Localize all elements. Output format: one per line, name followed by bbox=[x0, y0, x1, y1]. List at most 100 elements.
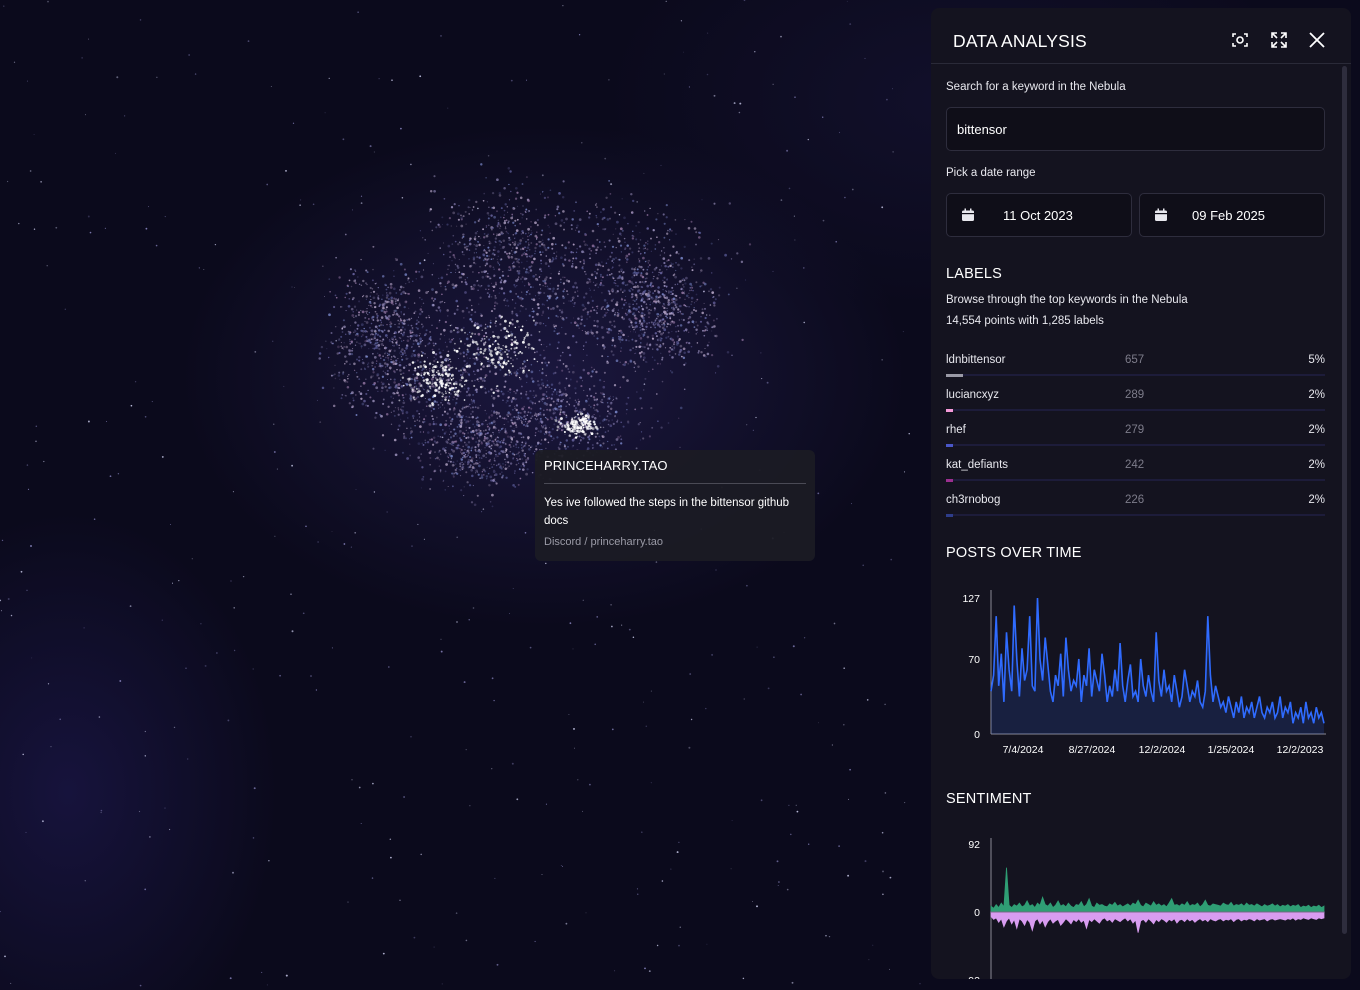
nebula-point bbox=[419, 262, 422, 265]
nebula-star bbox=[739, 102, 742, 105]
nebula-point bbox=[396, 313, 399, 316]
nebula-point bbox=[378, 347, 381, 351]
nebula-point bbox=[544, 424, 547, 427]
nebula-point bbox=[640, 294, 642, 297]
nebula-point bbox=[423, 389, 425, 391]
nebula-point bbox=[600, 306, 604, 309]
nebula-highlight-point bbox=[450, 361, 452, 363]
nebula-star bbox=[456, 621, 458, 623]
nebula-point bbox=[634, 339, 638, 343]
nebula-point bbox=[494, 240, 497, 243]
nebula-point bbox=[610, 206, 613, 209]
nebula-point bbox=[560, 281, 562, 283]
nebula-highlight-point bbox=[497, 361, 500, 364]
nebula-point bbox=[420, 343, 422, 345]
nebula-point bbox=[393, 392, 396, 395]
nebula-point bbox=[547, 265, 550, 268]
nebula-point bbox=[375, 282, 377, 284]
nebula-point bbox=[447, 485, 449, 488]
nebula-point bbox=[696, 324, 699, 327]
nebula-highlight-point bbox=[573, 426, 576, 429]
nebula-point bbox=[357, 342, 360, 344]
nebula-point bbox=[495, 455, 497, 458]
nebula-point bbox=[526, 260, 528, 262]
nebula-point bbox=[401, 340, 403, 342]
nebula-point bbox=[545, 447, 547, 450]
nebula-point bbox=[499, 227, 501, 230]
nebula-point bbox=[374, 310, 377, 313]
nebula-point bbox=[345, 394, 347, 397]
nebula-highlight-point bbox=[496, 335, 500, 339]
nebula-point bbox=[434, 457, 437, 460]
nebula-star bbox=[373, 491, 376, 493]
nebula-star bbox=[621, 624, 623, 626]
nebula-point bbox=[597, 307, 599, 309]
nebula-highlight-point bbox=[495, 347, 497, 349]
nebula-highlight-point bbox=[513, 347, 516, 350]
nebula-point bbox=[449, 430, 452, 433]
nebula-point bbox=[643, 252, 646, 254]
nebula-highlight-point bbox=[507, 334, 511, 338]
nebula-point bbox=[716, 364, 720, 368]
nebula-star bbox=[4, 955, 6, 958]
nebula-point bbox=[670, 307, 673, 309]
nebula-point bbox=[370, 298, 372, 301]
nebula-point bbox=[560, 429, 563, 432]
nebula-star bbox=[688, 746, 691, 749]
nebula-point bbox=[388, 386, 391, 390]
nebula-star bbox=[13, 61, 16, 63]
nebula-point bbox=[365, 295, 368, 298]
nebula-point bbox=[494, 283, 498, 286]
nebula-point bbox=[420, 453, 423, 455]
nebula-point bbox=[499, 287, 501, 289]
nebula-star bbox=[822, 116, 824, 118]
nebula-point bbox=[493, 442, 495, 445]
nebula-point bbox=[343, 342, 345, 344]
nebula-star bbox=[864, 860, 867, 863]
nebula-point bbox=[409, 443, 411, 445]
nebula-point bbox=[511, 310, 513, 312]
nebula-point bbox=[671, 286, 674, 289]
nebula-point bbox=[620, 234, 622, 236]
nebula-point bbox=[515, 408, 518, 412]
nebula-star bbox=[676, 851, 679, 854]
nebula-point bbox=[385, 292, 388, 294]
nebula-point bbox=[370, 291, 372, 294]
nebula-point bbox=[728, 202, 732, 205]
nebula-point bbox=[608, 304, 610, 306]
nebula-point bbox=[652, 278, 654, 280]
nebula-point bbox=[646, 284, 649, 288]
nebula-point bbox=[471, 209, 474, 211]
nebula-point bbox=[359, 392, 363, 395]
nebula-point bbox=[486, 466, 488, 469]
nebula-point bbox=[545, 325, 547, 327]
nebula-point bbox=[653, 324, 656, 327]
nebula-point bbox=[480, 449, 482, 451]
nebula-point bbox=[544, 282, 547, 285]
nebula-highlight-point bbox=[599, 426, 602, 429]
nebula-point bbox=[432, 436, 436, 440]
nebula-point bbox=[682, 277, 685, 280]
nebula-point bbox=[537, 219, 539, 221]
nebula-point bbox=[436, 416, 438, 419]
nebula-point bbox=[458, 258, 461, 261]
nebula-highlight-point bbox=[580, 419, 583, 421]
nebula-point bbox=[344, 380, 347, 383]
nebula-point bbox=[634, 352, 637, 354]
nebula-point bbox=[497, 223, 500, 226]
nebula-point bbox=[592, 407, 595, 409]
nebula-star bbox=[690, 718, 693, 721]
nebula-point bbox=[510, 190, 512, 193]
nebula-point bbox=[354, 270, 357, 272]
nebula-point bbox=[558, 413, 562, 416]
nebula-point bbox=[338, 371, 341, 374]
nebula-point bbox=[538, 292, 541, 295]
nebula-star bbox=[87, 215, 90, 218]
nebula-point bbox=[679, 344, 683, 348]
nebula-point bbox=[547, 246, 550, 249]
nebula-point bbox=[454, 263, 457, 266]
nebula-point bbox=[655, 323, 657, 325]
nebula-highlight-point bbox=[443, 365, 445, 368]
nebula-point bbox=[620, 438, 623, 441]
nebula-point bbox=[483, 233, 486, 235]
